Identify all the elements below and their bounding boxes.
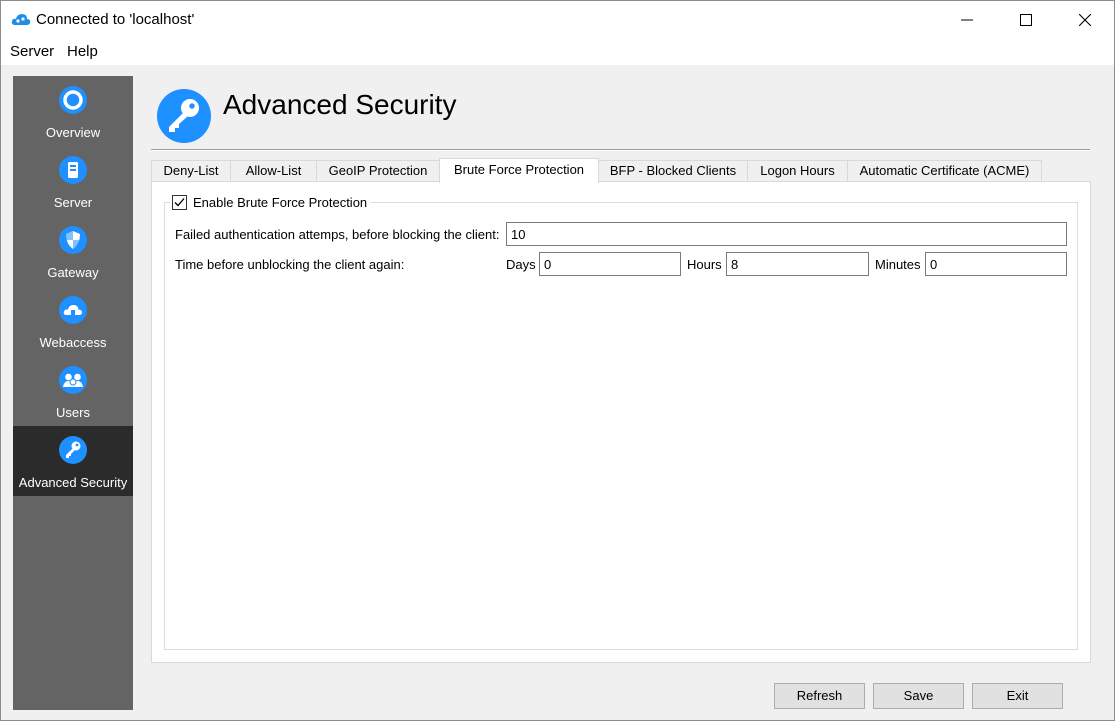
sidebar-item-advanced-security[interactable]: Advanced Security [13,426,133,496]
failed-attempts-input[interactable] [506,222,1067,246]
shield-icon [59,226,87,254]
minutes-input[interactable] [925,252,1067,276]
close-button[interactable] [1056,1,1114,39]
sidebar-item-label: Overview [45,125,101,140]
minutes-label: Minutes [875,257,921,272]
sidebar-item-label: Users [56,405,90,420]
enable-bfp-row[interactable]: Enable Brute Force Protection [170,193,372,211]
days-label: Days [506,257,536,272]
window-title: Connected to 'localhost' [36,11,195,28]
tab-brute-force-protection[interactable]: Brute Force Protection [439,158,599,183]
sidebar-item-server[interactable]: Server [13,146,133,216]
exit-button[interactable]: Exit [972,683,1063,709]
server-icon [59,156,87,184]
tab-bfp-blocked-clients[interactable]: BFP - Blocked Clients [598,160,748,183]
page-title: Advanced Security [223,89,457,120]
menu-bar: Server Help [1,39,1114,65]
minimize-button[interactable] [938,1,996,39]
overview-icon [59,86,87,114]
app-window: Connected to 'localhost' Server Help Ove… [0,0,1115,721]
days-input[interactable] [539,252,681,276]
failed-attempts-label: Failed authentication attemps, before bl… [175,227,500,242]
save-button[interactable]: Save [873,683,964,709]
sidebar-item-webaccess[interactable]: Webaccess [13,286,133,356]
key-icon [157,89,211,143]
enable-bfp-checkbox[interactable] [172,194,187,210]
sidebar-item-overview[interactable]: Overview [13,76,133,146]
key-icon [59,436,87,464]
sidebar: Overview Server Gateway Webaccess Users … [13,76,133,710]
cloud-app-icon [11,14,31,25]
hours-input[interactable] [726,252,869,276]
sidebar-item-label: Webaccess [39,335,107,350]
cloud-icon [59,296,87,324]
sidebar-item-label: Server [53,195,93,210]
enable-bfp-label: Enable Brute Force Protection [193,194,368,210]
maximize-button[interactable] [997,1,1055,39]
users-icon [59,366,87,394]
menu-help[interactable]: Help [65,43,100,60]
minimize-icon [961,19,973,21]
sidebar-item-label: Advanced Security [18,475,128,490]
header-divider [151,149,1090,151]
close-icon [1079,14,1091,26]
sidebar-item-gateway[interactable]: Gateway [13,216,133,286]
checkmark-icon [174,197,185,206]
tab-logon-hours[interactable]: Logon Hours [747,160,848,183]
refresh-button[interactable]: Refresh [774,683,865,709]
tab-allow-list[interactable]: Allow-List [230,160,317,183]
title-bar[interactable]: Connected to 'localhost' [1,1,1114,39]
sidebar-item-users[interactable]: Users [13,356,133,426]
maximize-icon [1020,14,1032,26]
tab-deny-list[interactable]: Deny-List [151,160,231,183]
tab-automatic-certificate[interactable]: Automatic Certificate (ACME) [847,160,1042,183]
unblock-time-label: Time before unblocking the client again: [175,257,405,272]
hours-label: Hours [687,257,722,272]
tab-panel: Enable Brute Force Protection Failed aut… [151,181,1091,663]
sidebar-item-label: Gateway [47,265,99,280]
menu-server[interactable]: Server [8,43,56,60]
tab-geoip-protection[interactable]: GeoIP Protection [316,160,440,183]
